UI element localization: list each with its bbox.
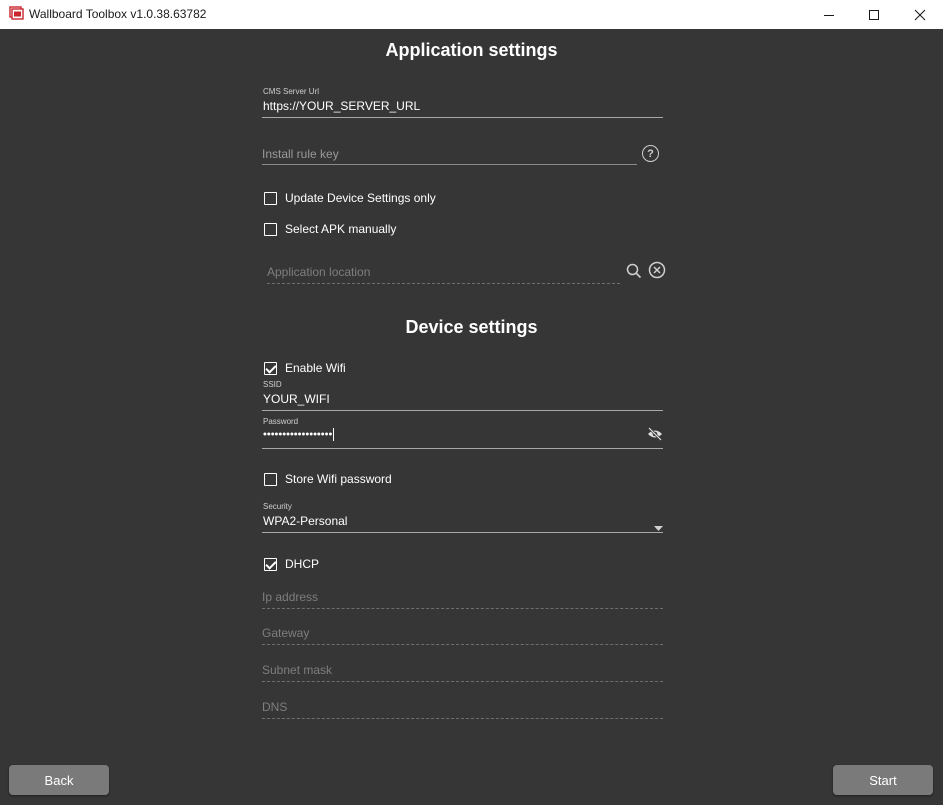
cms-server-url-underline (262, 117, 663, 118)
cms-server-url-label: CMS Server Url (263, 87, 320, 96)
checkbox-box[interactable] (264, 472, 277, 486)
cms-server-url-value: https://YOUR_SERVER_URL (263, 99, 421, 113)
start-button[interactable]: Start (833, 765, 933, 795)
search-icon[interactable] (625, 262, 642, 279)
cms-server-url-field[interactable]: CMS Server Url https://YOUR_SERVER_URL (262, 87, 663, 119)
clear-circle-icon[interactable] (648, 261, 666, 279)
ip-address-input: Ip address (262, 588, 663, 609)
store-wifi-password-checkbox[interactable]: Store Wifi password (264, 471, 392, 487)
ssid-field[interactable]: SSID YOUR_WIFI (262, 380, 663, 412)
subnet-mask-underline (262, 681, 663, 682)
application-settings-heading: Application settings (385, 40, 558, 60)
minimize-icon[interactable] (806, 0, 852, 29)
enable-wifi-checkbox[interactable]: Enable Wifi (264, 360, 346, 376)
checkbox-box[interactable] (264, 191, 277, 205)
device-settings-heading: Device settings (405, 317, 538, 337)
security-underline (262, 532, 663, 533)
window-titlebar: Wallboard Toolbox v1.0.38.63782 (0, 0, 943, 29)
dhcp-checkbox[interactable]: DHCP (264, 556, 319, 572)
gateway-underline (262, 644, 663, 645)
application-location-placeholder: Application location (267, 265, 371, 279)
ssid-label: SSID (263, 380, 282, 389)
password-value: •••••••••••••••••• (263, 428, 335, 441)
gateway-placeholder: Gateway (262, 626, 310, 640)
checkbox-box[interactable] (264, 557, 277, 571)
checkbox-box[interactable] (264, 222, 277, 236)
text-cursor (333, 428, 335, 441)
dns-placeholder: DNS (262, 700, 288, 714)
password-label: Password (263, 417, 299, 426)
question-circle-icon[interactable]: ? (642, 145, 659, 162)
close-icon[interactable] (897, 0, 943, 29)
dns-underline (262, 718, 663, 719)
install-rule-key-placeholder: Install rule key (262, 147, 339, 161)
enable-wifi-label: Enable Wifi (285, 361, 346, 375)
ssid-underline (262, 410, 663, 411)
dns-input: DNS (262, 698, 663, 719)
maximize-icon[interactable] (851, 0, 897, 29)
ip-address-underline (262, 608, 663, 609)
subnet-mask-input: Subnet mask (262, 661, 663, 682)
password-dots: •••••••••••••••••• (263, 428, 333, 441)
gateway-input: Gateway (262, 624, 663, 645)
security-select[interactable]: Security WPA2-Personal (262, 502, 663, 534)
checkbox-box[interactable] (264, 361, 277, 375)
chevron-down-icon[interactable] (654, 518, 663, 536)
store-wifi-password-label: Store Wifi password (285, 472, 392, 486)
password-field[interactable]: Password •••••••••••••••••• (262, 417, 663, 449)
install-rule-key-input[interactable]: Install rule key (262, 145, 637, 166)
install-rule-key-underline (262, 164, 637, 165)
select-apk-manually-checkbox[interactable]: Select APK manually (264, 221, 396, 237)
dhcp-label: DHCP (285, 557, 320, 571)
application-location-input: Application location (267, 263, 620, 284)
application-location-underline (267, 283, 620, 284)
ssid-value: YOUR_WIFI (263, 392, 330, 406)
subnet-mask-placeholder: Subnet mask (262, 663, 333, 677)
app-logo-icon (8, 6, 24, 22)
security-value: WPA2-Personal (263, 514, 348, 528)
security-label: Security (263, 502, 292, 511)
back-button[interactable]: Back (9, 765, 109, 795)
window-title: Wallboard Toolbox v1.0.38.63782 (29, 7, 207, 21)
select-apk-manually-label: Select APK manually (285, 222, 397, 236)
update-device-settings-only-label: Update Device Settings only (285, 191, 436, 205)
password-underline (262, 448, 663, 449)
eye-slash-icon[interactable] (646, 426, 663, 441)
update-device-settings-only-checkbox[interactable]: Update Device Settings only (264, 190, 436, 206)
ip-address-placeholder: Ip address (262, 590, 319, 604)
